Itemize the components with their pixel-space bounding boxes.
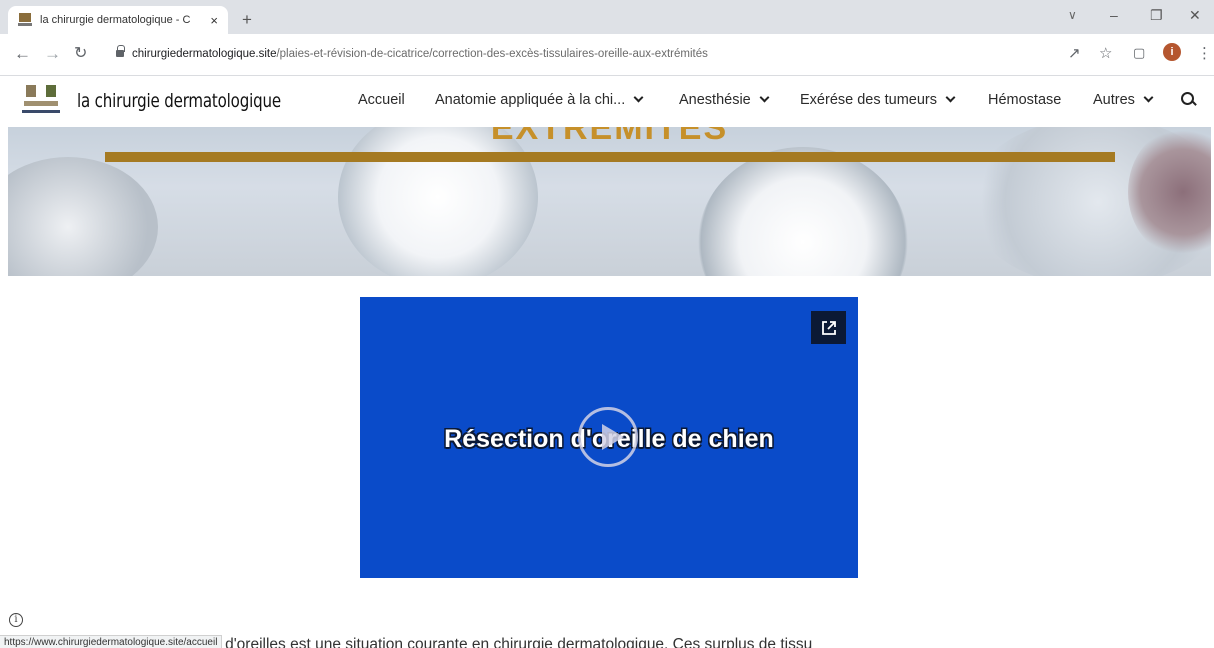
site-name[interactable]: la chirurgie dermatologique [77,90,281,112]
play-icon[interactable] [578,407,638,467]
site-favicon-icon [18,13,32,27]
chevron-down-icon [945,92,956,103]
tab-close-icon[interactable]: × [210,13,218,28]
lock-icon [116,45,125,59]
info-icon[interactable]: i [9,613,23,627]
site-header: la chirurgie dermatologique Accueil Anat… [0,77,1214,127]
status-bar-url: https://www.chirurgiedermatologique.site… [0,635,223,648]
reload-icon[interactable]: ↻ [74,44,87,64]
chevron-down-icon [633,92,644,103]
external-link-button[interactable] [811,311,846,344]
browser-toolbar: ← → ↻ chirurgiedermatologique.site/plaie… [0,34,1214,76]
tab-search-chevron-icon[interactable]: ∨ [1068,8,1077,22]
more-menu-icon[interactable]: ⋮ [1197,44,1212,62]
profile-avatar[interactable]: i [1163,43,1181,61]
nav-item-anatomie[interactable]: Anatomie appliquée à la chi... [435,92,644,108]
url-text: chirurgiedermatologique.site/plaies-et-r… [132,48,708,60]
nav-item-autres[interactable]: Autres [1093,92,1154,108]
share-icon[interactable]: ↗ [1068,44,1081,62]
back-arrow-icon[interactable]: ← [14,44,31,64]
chevron-down-icon [1143,92,1154,103]
side-panel-icon[interactable]: ▢ [1133,45,1145,61]
chevron-down-icon [759,92,770,103]
nav-item-anesthesie[interactable]: Anesthésie [679,92,770,108]
close-window-icon[interactable]: ✕ [1189,7,1201,24]
bookmark-star-icon[interactable]: ☆ [1099,44,1112,62]
address-bar[interactable]: chirurgiedermatologique.site/plaies-et-r… [108,41,1198,69]
hero-title: EXTRÉMITÉS [490,127,729,147]
browser-tab-strip: la chirurgie dermatologique - Co × + ∨ –… [0,0,1214,34]
site-logo[interactable] [18,83,66,123]
external-link-icon [821,320,836,335]
browser-tab[interactable]: la chirurgie dermatologique - Co × [8,6,228,34]
nav-item-accueil[interactable]: Accueil [358,92,405,108]
minimize-icon[interactable]: – [1110,7,1118,23]
hero-banner: EXTRÉMITÉS [8,127,1211,276]
forward-arrow-icon[interactable]: → [44,44,61,64]
search-icon[interactable] [1181,92,1195,106]
tab-title: la chirurgie dermatologique - Co [40,14,190,26]
hero-divider [105,152,1115,162]
nav-item-hemostase[interactable]: Hémostase [988,92,1061,108]
restore-icon[interactable]: ❐ [1150,7,1163,24]
nav-item-exerese[interactable]: Exérése des tumeurs [800,92,956,108]
new-tab-button[interactable]: + [236,9,258,31]
video-player[interactable]: Résection d'oreille de chien [360,297,858,578]
